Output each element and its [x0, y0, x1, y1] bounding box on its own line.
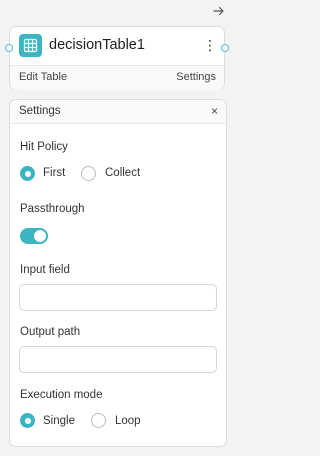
hit-policy-label: Hit Policy	[20, 141, 68, 153]
execution-mode-label: Execution mode	[20, 389, 103, 401]
hit-policy-collect-radio[interactable]	[81, 166, 96, 181]
execution-loop-label[interactable]: Loop	[115, 415, 141, 427]
hit-policy-collect-label[interactable]: Collect	[105, 167, 140, 179]
settings-title: Settings	[19, 105, 61, 117]
passthrough-label: Passthrough	[20, 203, 85, 215]
output-path-input[interactable]	[19, 346, 217, 373]
input-field-label: Input field	[20, 264, 70, 276]
decision-table-node[interactable]: decisionTable1 ⋮ Edit Table Settings	[5, 26, 229, 90]
node-settings-button[interactable]: Settings	[176, 71, 216, 83]
toggle-knob	[34, 230, 46, 242]
settings-header: Settings ×	[10, 100, 226, 124]
table-grid-icon	[19, 34, 42, 57]
edit-table-button[interactable]: Edit Table	[19, 71, 67, 83]
hit-policy-first-radio[interactable]	[20, 166, 35, 181]
decision-table-panel: decisionTable1 ⋮ Edit Table Settings Set…	[0, 0, 234, 456]
settings-panel: Settings × Hit Policy First Collect Pass…	[9, 99, 227, 447]
node-title: decisionTable1	[49, 37, 145, 53]
execution-single-radio[interactable]	[20, 413, 35, 428]
output-path-label: Output path	[20, 326, 81, 338]
input-field-input[interactable]	[19, 284, 217, 311]
node-footer: Edit Table Settings	[10, 66, 224, 90]
execution-loop-radio[interactable]	[91, 413, 106, 428]
passthrough-toggle[interactable]	[20, 228, 48, 244]
arrow-right-icon[interactable]	[213, 5, 225, 17]
close-icon[interactable]: ×	[211, 104, 218, 118]
execution-single-label[interactable]: Single	[43, 415, 75, 427]
more-vertical-icon[interactable]: ⋮	[203, 37, 217, 53]
hit-policy-first-label[interactable]: First	[43, 167, 65, 179]
node-header: decisionTable1 ⋮	[10, 27, 224, 65]
